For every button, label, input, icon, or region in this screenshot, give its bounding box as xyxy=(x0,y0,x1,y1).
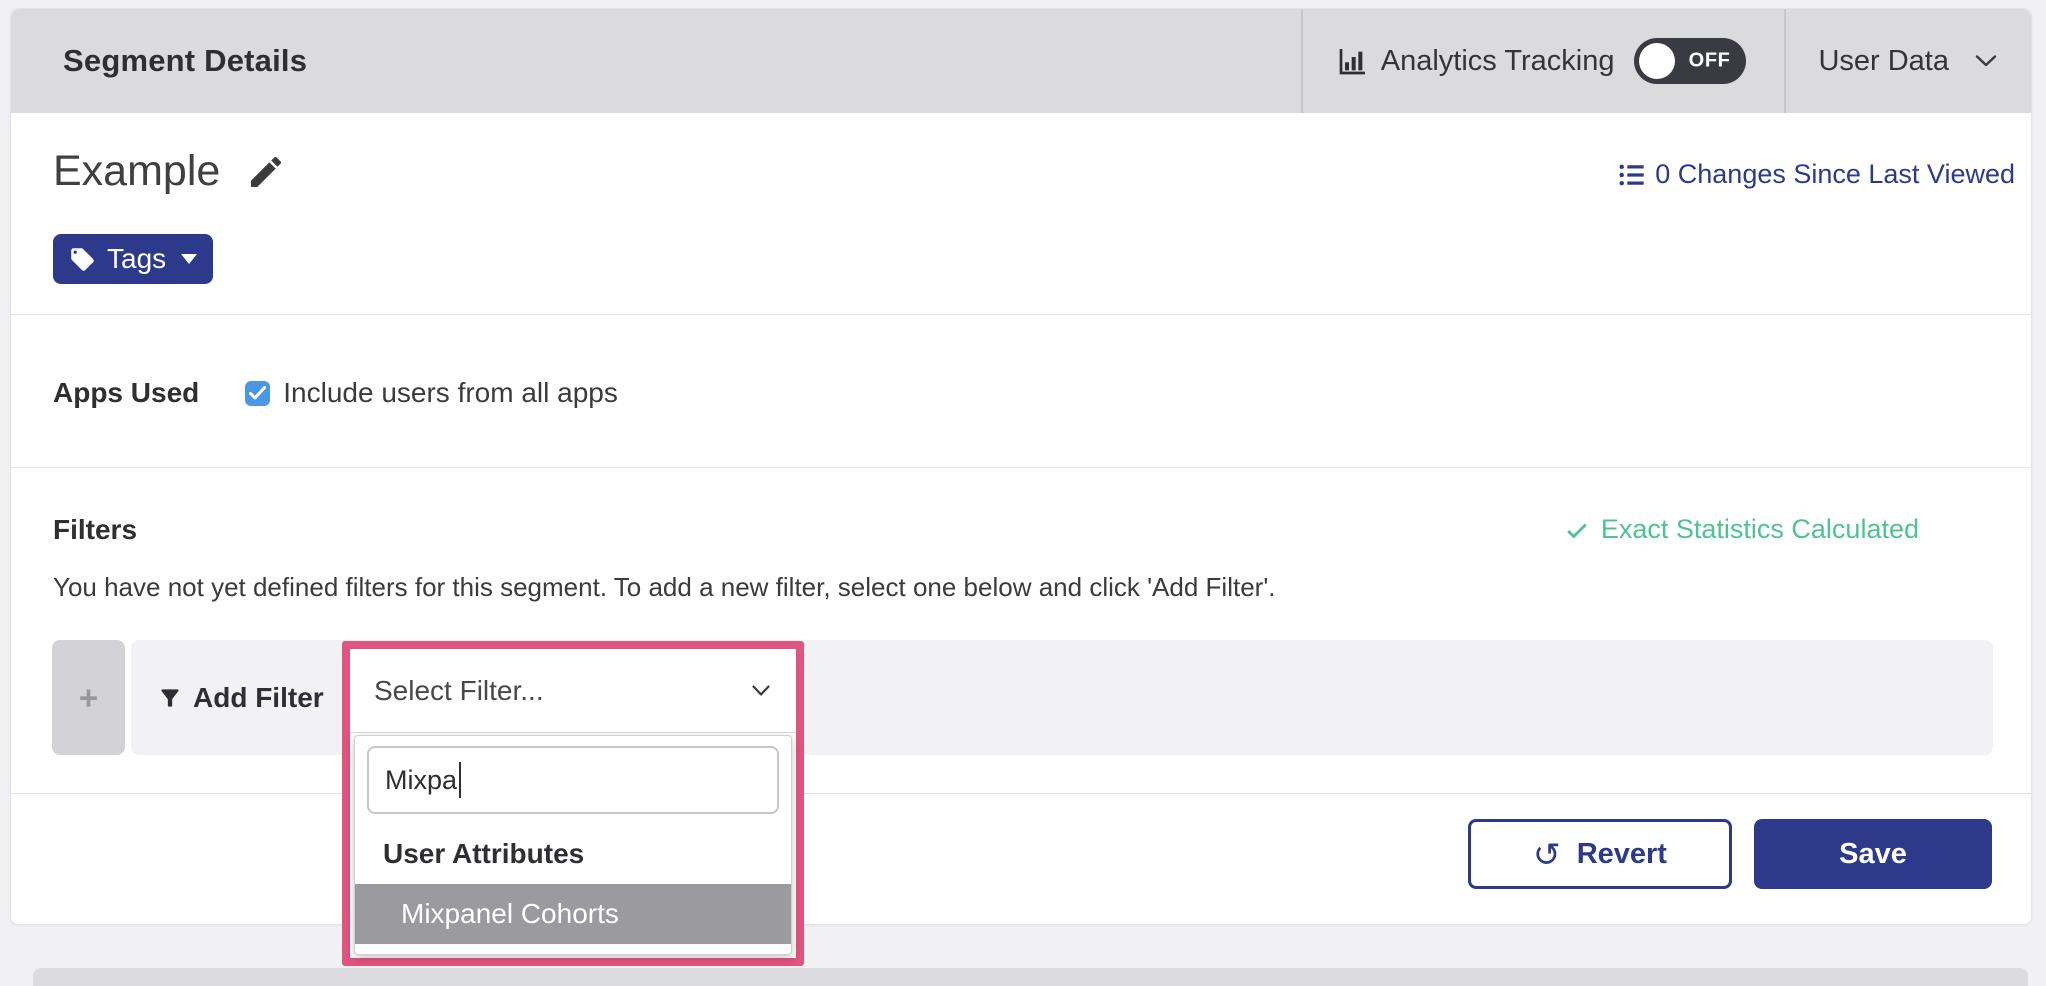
option-group-header: User Attributes xyxy=(383,838,791,870)
save-button[interactable]: Save xyxy=(1754,819,1992,889)
add-filter-plus-button[interactable]: + xyxy=(52,640,125,755)
page-title: Segment Details xyxy=(63,43,307,79)
select-filter-value: Select Filter... xyxy=(374,675,544,707)
select-filter-dropdown[interactable]: Select Filter... xyxy=(350,649,796,733)
filter-search-input[interactable]: Mixpa xyxy=(367,746,779,814)
undo-icon: ↺ xyxy=(1533,838,1561,871)
filter-options-panel: Mixpa User Attributes Mixpanel Cohorts xyxy=(354,735,792,955)
chevron-down-icon xyxy=(752,685,770,697)
edit-pencil-icon[interactable] xyxy=(246,152,286,192)
apps-used-label: Apps Used xyxy=(53,377,199,409)
exact-statistics-label: Exact Statistics Calculated xyxy=(1601,514,1919,545)
segment-name: Example xyxy=(53,147,220,196)
include-all-apps-checkbox[interactable] xyxy=(245,381,270,406)
user-data-dropdown[interactable]: User Data xyxy=(1786,9,2031,113)
check-icon xyxy=(1564,517,1590,543)
option-mixpanel-cohorts[interactable]: Mixpanel Cohorts xyxy=(355,884,791,944)
caret-down-icon xyxy=(181,254,197,264)
bar-chart-icon xyxy=(1337,45,1369,77)
tag-icon xyxy=(69,246,96,273)
filter-search-value: Mixpa xyxy=(385,765,457,796)
tags-button-label: Tags xyxy=(107,243,166,275)
segment-details-card: Segment Details Analytics Tracking OFF U… xyxy=(10,8,2032,925)
revert-button[interactable]: ↺ Revert xyxy=(1468,819,1732,889)
save-button-label: Save xyxy=(1839,838,1907,871)
include-all-apps-label: Include users from all apps xyxy=(283,377,618,409)
list-icon xyxy=(1618,161,1646,189)
chevron-down-icon xyxy=(1975,54,1997,68)
revert-button-label: Revert xyxy=(1577,838,1667,871)
title-section: Example Tags xyxy=(11,113,2031,314)
analytics-tracking-label: Analytics Tracking xyxy=(1381,45,1615,78)
filters-empty-text: You have not yet defined filters for thi… xyxy=(53,572,1276,603)
add-filter-label: Add Filter xyxy=(193,682,324,714)
changes-link-label: 0 Changes Since Last Viewed xyxy=(1655,159,2015,190)
exact-statistics-status: Exact Statistics Calculated xyxy=(1564,514,1919,545)
changes-since-last-viewed-link[interactable]: 0 Changes Since Last Viewed xyxy=(1618,159,2015,190)
text-caret xyxy=(459,762,461,798)
toggle-knob xyxy=(1639,43,1675,79)
analytics-tracking-group: Analytics Tracking OFF xyxy=(1303,9,1785,113)
card-header: Segment Details Analytics Tracking OFF U… xyxy=(11,9,2031,113)
toggle-state-label: OFF xyxy=(1689,50,1731,73)
filters-heading: Filters xyxy=(53,514,137,546)
select-filter-highlight-box: Select Filter... Mixpa User Attributes M… xyxy=(342,641,804,966)
tags-button[interactable]: Tags xyxy=(53,234,213,284)
apps-used-section: Apps Used Include users from all apps xyxy=(11,314,2031,467)
analytics-tracking-toggle[interactable]: OFF xyxy=(1634,38,1746,84)
funnel-icon xyxy=(157,685,183,711)
next-panel-header-bar xyxy=(33,968,2028,986)
plus-icon: + xyxy=(79,679,98,717)
footer-section: ↺ Revert Save xyxy=(11,793,2031,926)
user-data-label: User Data xyxy=(1818,45,1949,78)
filters-section: Filters Exact Statistics Calculated You … xyxy=(11,467,2031,793)
